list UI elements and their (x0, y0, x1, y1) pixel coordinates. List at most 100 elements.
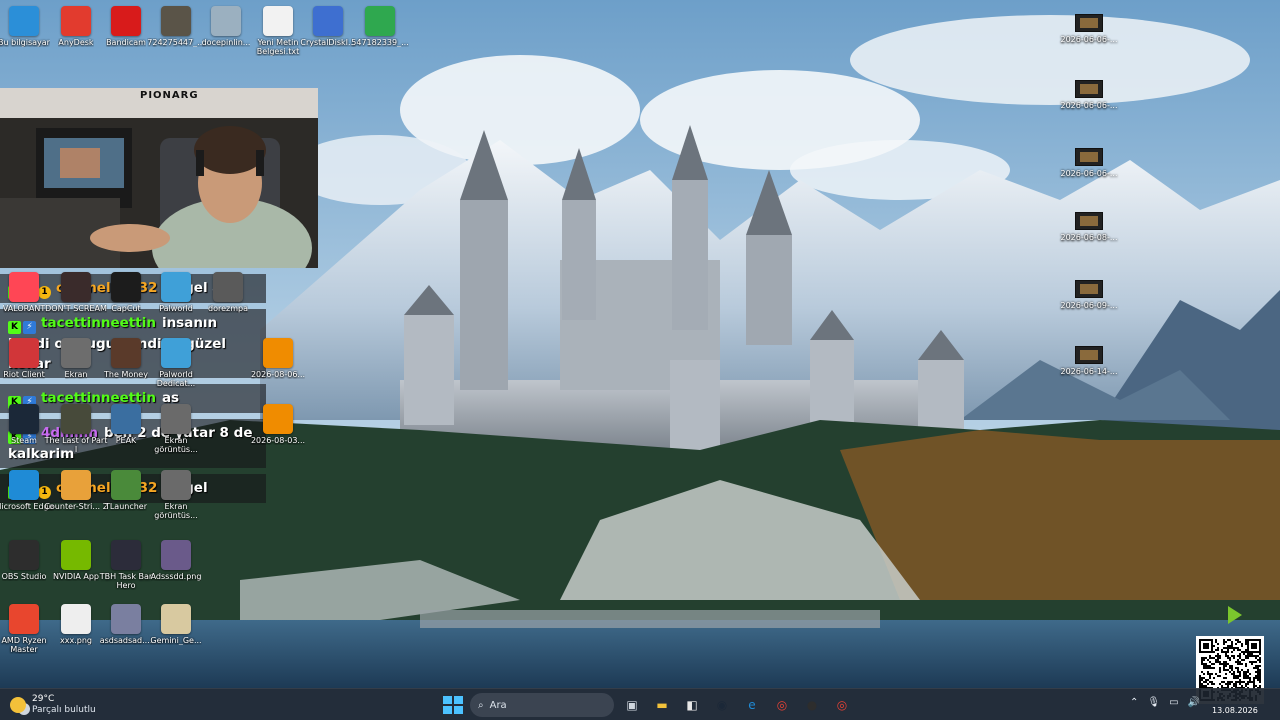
image-thumb-icon (161, 6, 191, 36)
desktop-icon-label: Steam (11, 436, 37, 445)
taskbar-apps: ⌕ Ara ▣ ▬ ◧ ◉ e ◎ ● ◎ (440, 693, 854, 717)
obs-icon[interactable]: ● (800, 693, 824, 717)
nvidia-icon (61, 540, 91, 570)
chat-username: tacettinneettin (41, 315, 156, 331)
video-file-icon[interactable]: 2026-06-09-... (1058, 280, 1120, 310)
video-thumbnail-icon (1075, 14, 1103, 32)
video-thumbnail-icon (1075, 212, 1103, 230)
video-file-label: 2026-06-06-... (1060, 35, 1118, 44)
video-file-label: 2026-06-06-... (1060, 101, 1118, 110)
video-thumbnail-icon (1075, 280, 1103, 298)
desktop-icon-label: Ekran (64, 370, 88, 379)
system-tray: ⌃ 🎙 ▭ 🔊 (1130, 697, 1200, 708)
image-thumb-icon (161, 540, 191, 570)
desktop-icon-label: VALORANT (2, 304, 46, 313)
text-file-icon (263, 6, 293, 36)
vlc-icon (263, 338, 293, 368)
desktop-icon-label: dorezmpa (208, 304, 248, 313)
desktop-icon[interactable]: Adsssdd.png (144, 540, 208, 581)
image-thumb-icon (61, 604, 91, 634)
task-view-icon[interactable]: ▣ (620, 693, 644, 717)
obs-icon (9, 540, 39, 570)
chevron-up-icon[interactable]: ⌃ (1130, 697, 1138, 708)
edge-icon (9, 470, 39, 500)
desktop-icon[interactable]: Ekran görüntüs... (144, 404, 208, 454)
desktop-icon[interactable]: Gemini_Ge... (144, 604, 208, 645)
weather-icon (10, 697, 26, 713)
desktop-icon[interactable]: Palworld Dedicat... (144, 338, 208, 388)
volume-icon[interactable]: 🔊 (1188, 697, 1200, 708)
image-thumb-icon (211, 6, 241, 36)
desktop-icon[interactable]: 2026-08-06... (246, 338, 310, 379)
video-file-icon[interactable]: 2026-06-08-... (1058, 212, 1120, 242)
video-file-label: 2026-06-09-... (1060, 301, 1118, 310)
capcut-icon (111, 272, 141, 302)
desktop-icon[interactable]: 2026-08-03... (246, 404, 310, 445)
steam-icon (9, 404, 39, 434)
palworld-icon (161, 272, 191, 302)
chrome-icon[interactable]: ◎ (830, 693, 854, 717)
kick-badge-icon: K (8, 321, 21, 334)
desktop-icon[interactable]: dorezmpa (196, 272, 260, 313)
chrome-icon[interactable]: ◎ (770, 693, 794, 717)
cs2-icon (61, 470, 91, 500)
search-icon: ⌕ (478, 699, 484, 711)
desktop-icon[interactable]: Ekran görüntüs... (144, 470, 208, 520)
crystaldisk-icon (313, 6, 343, 36)
video-file-icon[interactable]: 2026-06-06-... (1058, 148, 1120, 178)
desktop-icon-label: Ekran görüntüs... (154, 436, 198, 454)
nvidia-overlay-icon (1228, 606, 1242, 624)
valorant-icon (9, 272, 39, 302)
tlauncher-icon (111, 470, 141, 500)
taskbar: 29°C Parçalı bulutlu ⌕ Ara ▣ ▬ ◧ ◉ e ◎ ● ◎ ⌃ 🎙 … (0, 688, 1280, 720)
desktop-icon-label: Adsssdd.png (150, 572, 202, 581)
palworld-icon (161, 338, 191, 368)
image-thumb-icon (161, 404, 191, 434)
microphone-icon[interactable]: 🎙 (1147, 697, 1160, 708)
file-explorer-icon[interactable]: ▬ (650, 693, 674, 717)
game-icon (111, 338, 141, 368)
desktop-icon-label: 2026-08-06... (250, 370, 306, 379)
video-thumbnail-icon (1075, 346, 1103, 364)
image-thumb-icon (161, 604, 191, 634)
desktop-icon-label: Bu bilgisayar (0, 38, 50, 47)
taskbar-date[interactable]: 13.08.2026 (1212, 706, 1258, 715)
game-icon (61, 272, 91, 302)
image-thumb-icon (161, 470, 191, 500)
desktop-icon-label: docepinlin... (201, 38, 251, 47)
taskbar-search-box[interactable]: ⌕ Ara (470, 693, 614, 717)
desktop-icon-label: 547182339_... (351, 38, 409, 47)
game-icon (61, 404, 91, 434)
steam-icon[interactable]: ◉ (710, 693, 734, 717)
edge-icon[interactable]: e (740, 693, 764, 717)
desktop-icon-label: Ekran görüntüs... (154, 502, 198, 520)
desktop-icon-label: OBS Studio (1, 572, 47, 581)
monitor-icon (9, 6, 39, 36)
video-file-label: 2026-06-14-... (1060, 367, 1118, 376)
network-icon[interactable]: ▭ (1169, 697, 1178, 708)
image-thumb-icon (61, 338, 91, 368)
webcam-shirt-text: PIONARG (140, 90, 199, 101)
image-thumb-icon (365, 6, 395, 36)
desktop-icon-label: Riot Client (3, 370, 45, 379)
desktop-icon-label: NVIDIA App (53, 572, 99, 581)
desktop-icon-label: CapCut (111, 304, 141, 313)
desktop-icon-label: 2026-08-03... (250, 436, 306, 445)
search-placeholder: Ara (489, 699, 507, 711)
weather-widget[interactable]: 29°C Parçalı bulutlu (10, 694, 96, 716)
desktop-icon-label: The Money (104, 370, 148, 379)
vlc-icon (263, 404, 293, 434)
video-file-icon[interactable]: 2026-06-06-... (1058, 14, 1120, 44)
anydesk-icon (61, 6, 91, 36)
video-file-icon[interactable]: 2026-06-14-... (1058, 346, 1120, 376)
webcam-overlay: PIONARG (0, 88, 318, 268)
bolt-badge-icon: ⚡ (23, 321, 36, 334)
weather-description: Parçalı bulutlu (32, 705, 96, 715)
video-file-icon[interactable]: 2026-06-06-... (1058, 80, 1120, 110)
video-thumbnail-icon (1075, 80, 1103, 98)
image-thumb-icon (213, 272, 243, 302)
app-icon[interactable]: ◧ (680, 693, 704, 717)
desktop-icon[interactable]: 547182339_... (348, 6, 412, 47)
start-button[interactable] (440, 693, 464, 717)
desktop-icon-label: AnyDesk (58, 38, 94, 47)
